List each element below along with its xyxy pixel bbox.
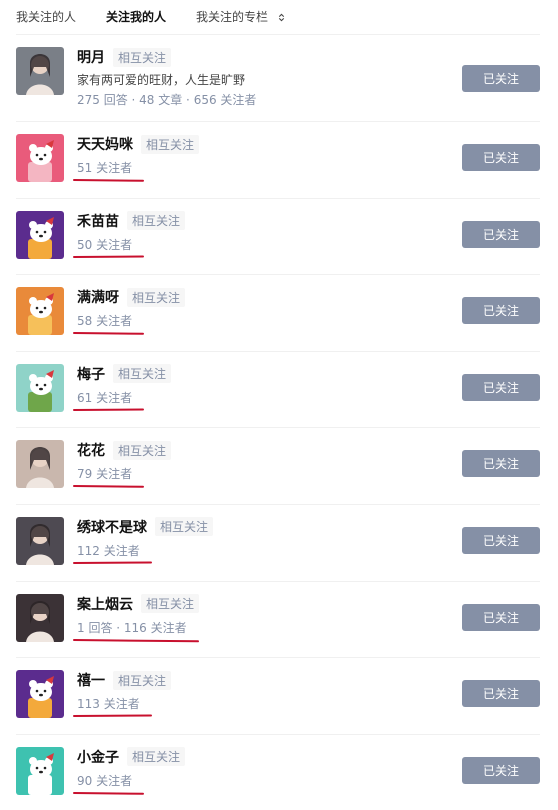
mutual-follow-badge: 相互关注 — [113, 364, 172, 384]
user-stats: 79 关注者 — [77, 467, 133, 482]
user-info: 禧一 相互关注 113 关注者 — [77, 668, 450, 712]
mutual-follow-badge: 相互关注 — [113, 670, 172, 690]
red-annotation-underline — [72, 255, 145, 258]
mutual-follow-badge: 相互关注 — [127, 747, 186, 767]
followed-button[interactable]: 已关注 — [462, 526, 540, 554]
follower-list: 明月 相互关注 家有两可爱的旺财，人生是旷野 275 回答 · 48 文章 · 656… — [16, 34, 540, 810]
user-stats: 90 关注者 — [77, 773, 133, 788]
red-annotation-underline — [72, 485, 145, 489]
follower-row: 禾苗苗 相互关注 50 关注者 已关注 — [16, 197, 540, 275]
mutual-follow-badge: 相互关注 — [113, 440, 172, 460]
follower-row: 花花 相互关注 79 关注者 已关注 — [16, 427, 540, 504]
tab-following[interactable]: 我关注的人 — [16, 8, 76, 25]
user-stats: 1 回答 · 116 关注者 — [77, 620, 187, 635]
user-name[interactable]: 禧一 — [77, 670, 105, 690]
user-name[interactable]: 禾苗苗 — [77, 211, 119, 231]
mutual-follow-badge: 相互关注 — [127, 211, 186, 231]
name-line: 小金子 相互关注 — [77, 745, 450, 769]
red-annotation-underline — [72, 561, 153, 564]
red-annotation-underline — [72, 714, 153, 718]
mutual-follow-badge: 相互关注 — [113, 47, 172, 67]
sort-toggle-icon — [278, 13, 285, 21]
avatar[interactable] — [16, 516, 64, 565]
user-name[interactable]: 明月 — [77, 47, 105, 67]
follower-row: 明月 相互关注家有两可爱的旺财，人生是旷野 275 回答 · 48 文章 · 656… — [16, 34, 540, 121]
user-info: 明月 相互关注家有两可爱的旺财，人生是旷野 275 回答 · 48 文章 · 656… — [77, 45, 450, 108]
follower-row: 禧一 相互关注 113 关注者 已关注 — [16, 657, 540, 734]
name-line: 花花 相互关注 — [77, 438, 450, 462]
mutual-follow-badge: 相互关注 — [155, 517, 214, 537]
follower-row: 绣球不是球 相互关注 112 关注者 已关注 — [16, 503, 540, 581]
user-name[interactable]: 案上烟云 — [77, 594, 133, 614]
avatar[interactable] — [16, 363, 64, 412]
mutual-follow-badge: 相互关注 — [141, 594, 200, 614]
avatar[interactable] — [16, 746, 64, 795]
user-stats: 51 关注者 — [77, 161, 133, 175]
user-name[interactable]: 花花 — [77, 440, 105, 460]
user-stats: 61 关注者 — [77, 390, 133, 405]
red-annotation-underline — [72, 332, 145, 335]
follow-tabs: 我关注的人 关注我的人 我关注的专栏 — [16, 0, 315, 32]
name-line: 绣球不是球 相互关注 — [77, 515, 450, 539]
user-stats: 50 关注者 — [77, 237, 133, 252]
followed-button[interactable]: 已关注 — [462, 450, 540, 478]
follower-row: 天天妈咪 相互关注 51 关注者 已关注 — [16, 121, 540, 198]
mutual-follow-badge: 相互关注 — [127, 287, 186, 307]
name-line: 明月 相互关注 — [77, 45, 450, 69]
avatar[interactable] — [16, 134, 64, 182]
user-info: 绣球不是球 相互关注 112 关注者 — [77, 515, 450, 559]
user-name[interactable]: 绣球不是球 — [77, 517, 147, 537]
user-stats: 113 关注者 — [77, 697, 140, 712]
user-name[interactable]: 梅子 — [77, 364, 105, 384]
avatar[interactable] — [16, 47, 64, 95]
user-info: 满满呀 相互关注 58 关注者 — [77, 285, 450, 329]
name-line: 案上烟云 相互关注 — [77, 592, 450, 616]
user-info: 小金子 相互关注 90 关注者 — [77, 745, 450, 789]
follower-row: 梅子 相互关注 61 关注者 已关注 — [16, 350, 540, 428]
followed-button[interactable]: 已关注 — [462, 680, 540, 708]
avatar[interactable] — [16, 593, 64, 642]
avatar[interactable] — [16, 287, 64, 336]
user-info: 案上烟云 相互关注 1 回答 · 116 关注者 — [77, 592, 450, 636]
avatar[interactable] — [16, 440, 64, 489]
red-annotation-underline — [72, 179, 145, 182]
name-line: 梅子 相互关注 — [77, 362, 450, 386]
name-line: 禾苗苗 相互关注 — [77, 209, 450, 233]
followed-button[interactable]: 已关注 — [462, 297, 540, 325]
user-info: 花花 相互关注 79 关注者 — [77, 438, 450, 482]
user-info: 天天妈咪 相互关注 51 关注者 — [77, 132, 450, 176]
name-line: 满满呀 相互关注 — [77, 285, 450, 309]
followed-button[interactable]: 已关注 — [462, 603, 540, 631]
user-name[interactable]: 天天妈咪 — [77, 134, 133, 154]
followed-button[interactable]: 已关注 — [462, 144, 540, 171]
user-info: 梅子 相互关注 61 关注者 — [77, 362, 450, 406]
follower-row: 满满呀 相互关注 58 关注者 已关注 — [16, 274, 540, 351]
tab-followers[interactable]: 关注我的人 — [106, 8, 166, 25]
followed-button[interactable]: 已关注 — [462, 756, 540, 784]
red-annotation-underline — [72, 638, 200, 642]
name-line: 禧一 相互关注 — [77, 668, 450, 692]
mutual-follow-badge: 相互关注 — [141, 134, 200, 154]
avatar[interactable] — [16, 210, 64, 259]
user-stats: 275 回答 · 48 文章 · 656 关注者 — [77, 93, 257, 107]
user-info: 禾苗苗 相互关注 50 关注者 — [77, 209, 450, 253]
user-name[interactable]: 小金子 — [77, 747, 119, 767]
followed-button[interactable]: 已关注 — [462, 220, 540, 248]
red-annotation-underline — [72, 408, 145, 411]
user-bio: 家有两可爱的旺财，人生是旷野 — [77, 73, 246, 87]
followed-button[interactable]: 已关注 — [462, 373, 540, 401]
follower-row: 案上烟云 相互关注 1 回答 · 116 关注者 已关注 — [16, 580, 540, 658]
tab-following-columns[interactable]: 我关注的专栏 — [196, 8, 285, 25]
user-name[interactable]: 满满呀 — [77, 287, 119, 307]
user-stats: 112 关注者 — [77, 543, 140, 558]
followed-button[interactable]: 已关注 — [462, 65, 540, 92]
name-line: 天天妈咪 相互关注 — [77, 132, 450, 156]
tab-following-columns-label: 我关注的专栏 — [196, 9, 269, 24]
avatar[interactable] — [16, 670, 64, 719]
red-annotation-underline — [72, 791, 145, 795]
follower-row: 小金子 相互关注 90 关注者 已关注 — [16, 733, 540, 810]
user-stats: 58 关注者 — [77, 314, 133, 329]
